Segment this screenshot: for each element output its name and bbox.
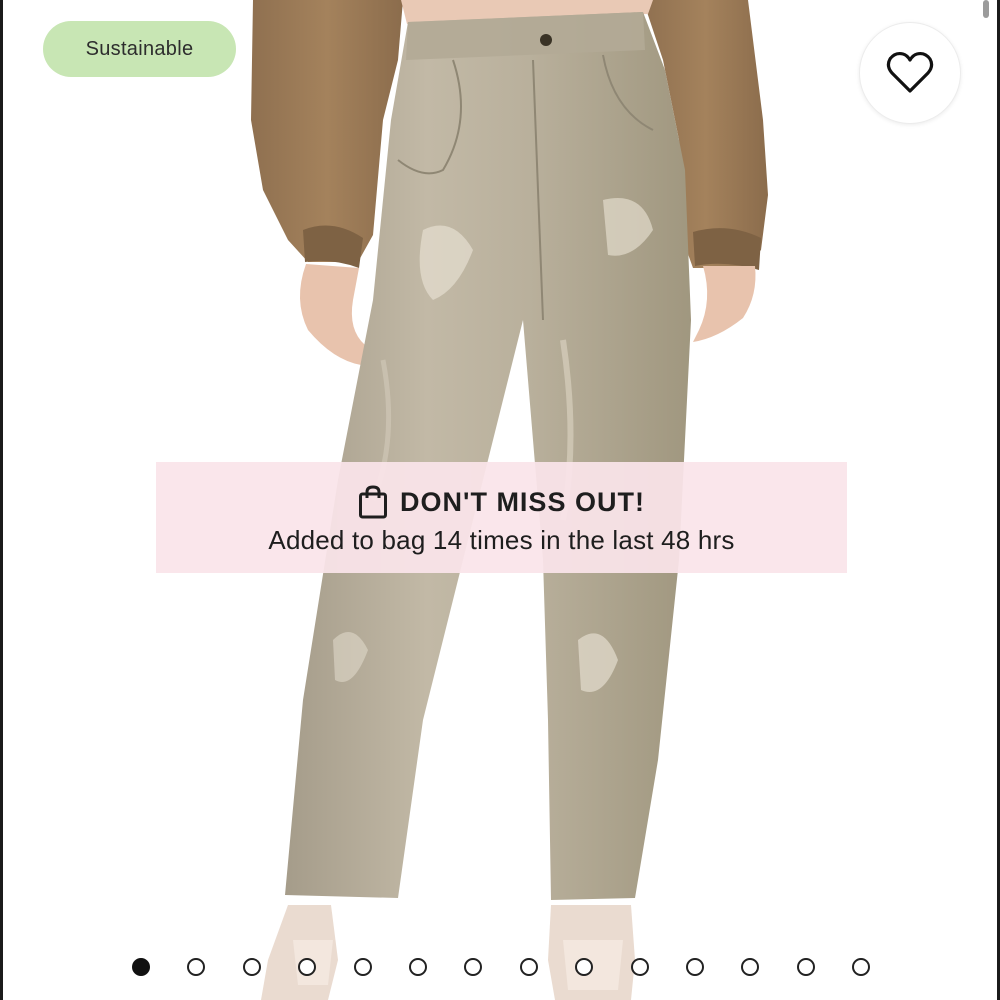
carousel-dot[interactable] — [519, 958, 538, 976]
banner-title: DON'T MISS OUT! — [400, 486, 645, 517]
sustainable-badge-label: Sustainable — [85, 37, 194, 60]
carousel-dot[interactable] — [242, 958, 261, 976]
carousel-dot[interactable] — [409, 958, 427, 976]
carousel-dot[interactable] — [686, 958, 704, 976]
dont-miss-out-banner: DON'T MISS OUT! Added to bag 14 times in… — [156, 462, 847, 573]
wishlist-button[interactable] — [859, 22, 961, 124]
heart-icon — [886, 51, 934, 93]
carousel-dot[interactable] — [353, 958, 372, 976]
sustainable-badge: Sustainable — [43, 21, 236, 77]
carousel-dot[interactable] — [796, 958, 815, 976]
scrollbar[interactable] — [983, 0, 989, 18]
shopping-bag-icon — [359, 485, 388, 519]
banner-subtitle: Added to bag 14 times in the last 48 hrs — [268, 525, 735, 555]
carousel-dot[interactable] — [630, 958, 649, 976]
product-gallery: Sustainable DON'T MISS OUT! Added to bag… — [0, 0, 1000, 1000]
carousel-dot[interactable] — [132, 958, 150, 976]
